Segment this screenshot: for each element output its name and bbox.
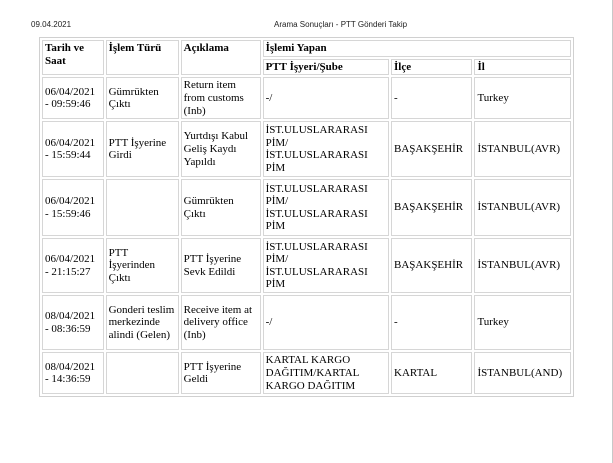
cell-province: Turkey [474,77,571,120]
cell-province: Turkey [474,295,571,351]
cell-date: 06/04/2021 - 09:59:46 [42,77,104,120]
table-row: 06/04/2021 - 09:59:46 Gümrükten Çıktı Re… [42,77,571,120]
header-performed-by: İşlemi Yapan [262,40,571,57]
cell-type: Gümrükten Çıktı [105,77,179,120]
cell-date: 08/04/2021 - 14:36:59 [42,352,104,395]
cell-description: PTT İşyerine Sevk Edildi [180,238,261,294]
table-row: 08/04/2021 - 14:36:59 PTT İşyerine Geldi… [42,352,571,395]
cell-description: Receive item at delivery office (Inb) [180,295,261,351]
cell-description: PTT İşyerine Geldi [180,352,261,395]
cell-province: İSTANBUL(AVR) [474,179,571,237]
cell-description: Gümrükten Çıktı [180,179,261,237]
print-date: 09.04.2021 [31,20,72,29]
cell-district: BAŞAKŞEHİR [391,121,473,178]
cell-district: BAŞAKŞEHİR [391,238,473,294]
cell-province: İSTANBUL(AND) [474,352,571,395]
header-date-time: Tarih ve Saat [42,40,104,76]
cell-district: KARTAL [391,352,473,395]
cell-district: - [391,77,473,120]
header-province: İl [474,58,571,76]
cell-district: - [391,295,473,351]
cell-office: KARTAL KARGO DAĞITIM/KARTAL KARGO DAĞITI… [262,352,390,395]
cell-office: -/ [262,295,390,351]
cell-office: İST.ULUSLARARASI PİM/ İST.ULUSLARARASI P… [262,179,390,237]
print-page-title: Arama Sonuçları - PTT Gönderi Takip [274,20,408,29]
cell-province: İSTANBUL(AVR) [474,121,571,178]
cell-type: PTT İşyerinden Çıktı [105,238,179,294]
cell-type: Gonderi teslim merkezinde alindi (Gelen) [105,295,179,351]
header-transaction-type: İşlem Türü [105,40,179,76]
cell-description: Return item from customs (Inb) [180,77,261,120]
cell-description: Yurtdışı Kabul Geliş Kaydı Yapıldı [180,121,261,178]
cell-date: 06/04/2021 - 15:59:44 [42,121,104,178]
table-header-row: Tarih ve Saat İşlem Türü Açıklama İşlemi… [42,40,571,76]
cell-office: -/ [262,77,390,120]
cell-date: 08/04/2021 - 08:36:59 [42,295,104,351]
cell-province: İSTANBUL(AVR) [474,238,571,294]
header-district: İlçe [391,58,473,76]
cell-type [105,179,179,237]
cell-type: PTT İşyerine Girdi [105,121,179,178]
tracking-results-table: Tarih ve Saat İşlem Türü Açıklama İşlemi… [39,37,574,398]
print-header: 09.04.2021 Arama Sonuçları - PTT Gönderi… [0,18,613,32]
cell-office: İST.ULUSLARARASI PİM/ İST.ULUSLARARASI P… [262,121,390,178]
cell-office: İST.ULUSLARARASI PİM/ İST.ULUSLARARASI P… [262,238,390,294]
table-row: 06/04/2021 - 15:59:44 PTT İşyerine Girdi… [42,121,571,178]
cell-type [105,352,179,395]
cell-date: 06/04/2021 - 21:15:27 [42,238,104,294]
header-ptt-office: PTT İşyeri/Şube [262,58,390,76]
cell-district: BAŞAKŞEHİR [391,179,473,237]
table-row: 06/04/2021 - 15:59:46 Gümrükten Çıktı İS… [42,179,571,237]
cell-date: 06/04/2021 - 15:59:46 [42,179,104,237]
table-row: 06/04/2021 - 21:15:27 PTT İşyerinden Çık… [42,238,571,294]
table-row: 08/04/2021 - 08:36:59 Gonderi teslim mer… [42,295,571,351]
header-description: Açıklama [180,40,261,76]
